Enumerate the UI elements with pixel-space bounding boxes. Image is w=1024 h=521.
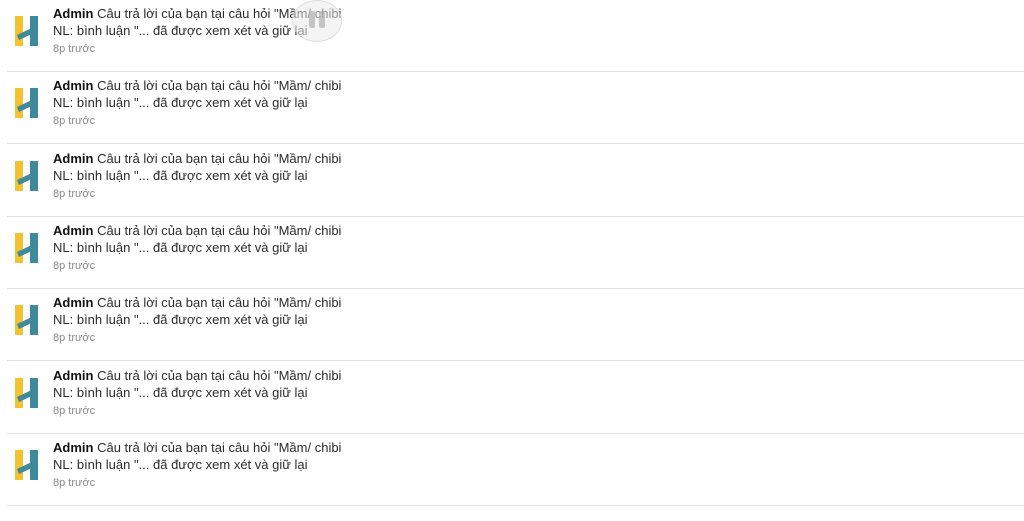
notification-message: Admin Câu trả lời của bạn tại câu hỏi "M…	[53, 294, 353, 328]
notification-text: Câu trả lời của bạn tại câu hỏi "Mầm/ ch…	[53, 151, 342, 183]
notification-message: Admin Câu trả lời của bạn tại câu hỏi "M…	[53, 150, 353, 184]
notification-message: Admin Câu trả lời của bạn tại câu hỏi "M…	[53, 222, 353, 256]
notification-time: 8p trước	[53, 332, 96, 344]
notification-item[interactable]: Admin Câu trả lời của bạn tại câu hỏi "M…	[7, 434, 1024, 506]
notification-text: Câu trả lời của bạn tại câu hỏi "Mầm/ ch…	[53, 78, 342, 110]
notification-time: 8p trước	[53, 260, 96, 272]
notification-author: Admin	[53, 6, 94, 21]
notification-author: Admin	[53, 440, 94, 455]
pause-icon	[319, 11, 325, 28]
notification-item[interactable]: Admin Câu trả lời của bạn tại câu hỏi "M…	[7, 72, 1024, 144]
notification-message: Admin Câu trả lời của bạn tại câu hỏi "M…	[53, 367, 353, 401]
notification-message: Admin Câu trả lời của bạn tại câu hỏi "M…	[53, 77, 353, 111]
hoc24-logo-icon	[13, 376, 41, 410]
notification-text: Câu trả lời của bạn tại câu hỏi "Mầm/ ch…	[53, 223, 342, 255]
hoc24-logo-icon	[13, 231, 41, 265]
notification-author: Admin	[53, 295, 94, 310]
hoc24-logo-icon	[13, 448, 41, 482]
hoc24-logo-icon	[13, 159, 41, 193]
notification-text: Câu trả lời của bạn tại câu hỏi "Mầm/ ch…	[53, 295, 342, 327]
notification-author: Admin	[53, 368, 94, 383]
pause-button[interactable]	[292, 0, 342, 42]
notification-content: Admin Câu trả lời của bạn tại câu hỏi "M…	[53, 294, 353, 345]
notification-author: Admin	[53, 151, 94, 166]
notification-content: Admin Câu trả lời của bạn tại câu hỏi "M…	[53, 439, 353, 490]
notification-content: Admin Câu trả lời của bạn tại câu hỏi "M…	[53, 150, 353, 201]
hoc24-logo-icon	[13, 303, 41, 337]
notification-content: Admin Câu trả lời của bạn tại câu hỏi "M…	[53, 222, 353, 273]
notification-time: 8p trước	[53, 477, 96, 489]
notification-message: Admin Câu trả lời của bạn tại câu hỏi "M…	[53, 439, 353, 473]
notification-content: Admin Câu trả lời của bạn tại câu hỏi "M…	[53, 367, 353, 418]
hoc24-logo-icon	[13, 14, 41, 48]
notification-item[interactable]: Admin Câu trả lời của bạn tại câu hỏi "M…	[7, 145, 1024, 217]
notification-list: Admin Câu trả lời của bạn tại câu hỏi "M…	[0, 0, 1024, 521]
notification-item[interactable]: Admin Câu trả lời của bạn tại câu hỏi "M…	[7, 0, 1024, 72]
notification-author: Admin	[53, 223, 94, 238]
pause-icon	[309, 11, 315, 28]
notification-time: 8p trước	[53, 43, 96, 55]
notification-item[interactable]: Admin Câu trả lời của bạn tại câu hỏi "M…	[7, 362, 1024, 434]
notification-content: Admin Câu trả lời của bạn tại câu hỏi "M…	[53, 77, 353, 128]
notification-item[interactable]: Admin Câu trả lời của bạn tại câu hỏi "M…	[7, 217, 1024, 289]
notification-time: 8p trước	[53, 405, 96, 417]
notification-time: 8p trước	[53, 188, 96, 200]
notification-author: Admin	[53, 78, 94, 93]
notification-time: 8p trước	[53, 115, 96, 127]
notification-text: Câu trả lời của bạn tại câu hỏi "Mầm/ ch…	[53, 440, 342, 472]
hoc24-logo-icon	[13, 86, 41, 120]
notification-text: Câu trả lời của bạn tại câu hỏi "Mầm/ ch…	[53, 368, 342, 400]
notification-item[interactable]: Admin Câu trả lời của bạn tại câu hỏi "M…	[7, 289, 1024, 361]
